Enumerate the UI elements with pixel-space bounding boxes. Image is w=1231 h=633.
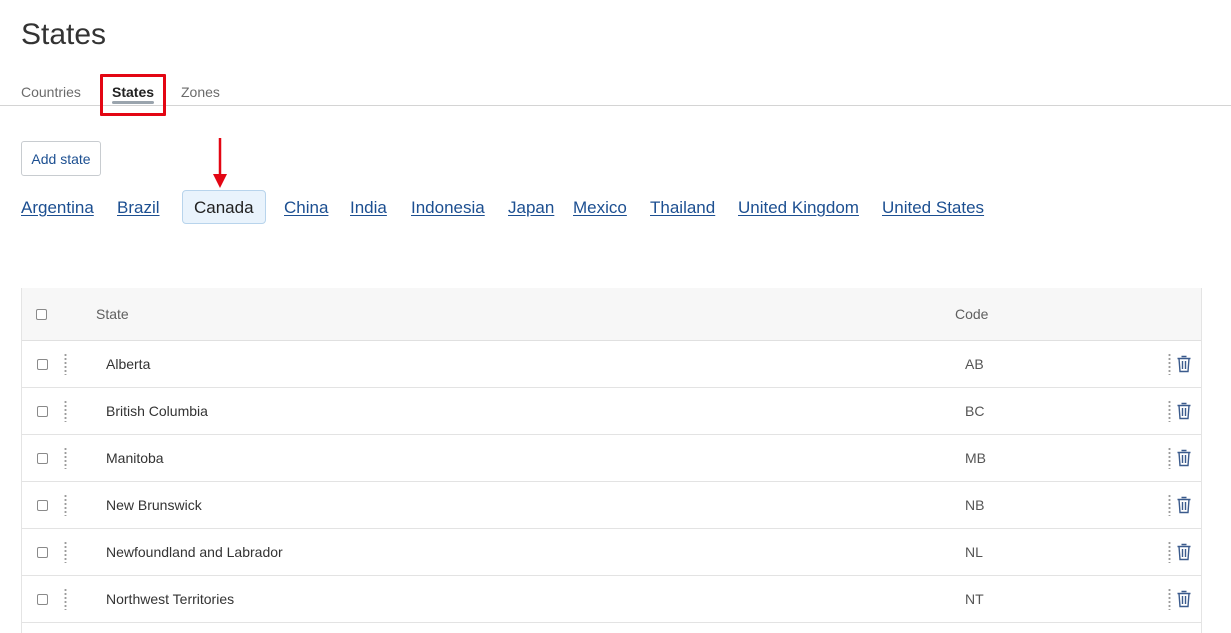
more-options-icon[interactable] xyxy=(1168,541,1171,563)
table-row: Manitoba MB xyxy=(22,435,1201,482)
drag-handle-icon[interactable] xyxy=(64,447,67,469)
more-options-icon[interactable] xyxy=(1168,588,1171,610)
trash-icon[interactable] xyxy=(1176,355,1192,373)
row-checkbox[interactable] xyxy=(37,359,48,370)
country-link-indonesia[interactable]: Indonesia xyxy=(411,198,485,218)
drag-handle-icon[interactable] xyxy=(64,541,67,563)
more-options-icon[interactable] xyxy=(1168,353,1171,375)
country-link-argentina[interactable]: Argentina xyxy=(21,198,94,218)
country-link-mexico[interactable]: Mexico xyxy=(573,198,627,218)
country-link-thailand[interactable]: Thailand xyxy=(650,198,715,218)
state-name: New Brunswick xyxy=(106,497,202,513)
state-code: AB xyxy=(965,356,984,372)
state-code: NL xyxy=(965,544,983,560)
drag-handle-icon[interactable] xyxy=(64,400,67,422)
select-all-checkbox[interactable] xyxy=(36,309,47,320)
trash-icon[interactable] xyxy=(1176,543,1192,561)
country-link-united-kingdom[interactable]: United Kingdom xyxy=(738,198,859,218)
more-options-icon[interactable] xyxy=(1168,447,1171,469)
country-link-india[interactable]: India xyxy=(350,198,387,218)
row-checkbox[interactable] xyxy=(37,547,48,558)
page-title: States xyxy=(21,18,107,51)
country-link-brazil[interactable]: Brazil xyxy=(117,198,160,218)
country-link-united-states[interactable]: United States xyxy=(882,198,984,218)
trash-icon[interactable] xyxy=(1176,402,1192,420)
state-code: BC xyxy=(965,403,985,419)
tab-countries[interactable]: Countries xyxy=(21,84,81,100)
down-arrow-icon xyxy=(213,138,227,188)
state-name: Northwest Territories xyxy=(106,591,235,607)
country-link-china[interactable]: China xyxy=(284,198,328,218)
trash-icon[interactable] xyxy=(1176,496,1192,514)
country-link-japan[interactable]: Japan xyxy=(508,198,554,218)
states-table: State Code Alberta AB British Columbia B… xyxy=(21,288,1202,633)
table-row: Northwest Territories NT xyxy=(22,576,1201,623)
row-checkbox[interactable] xyxy=(37,500,48,511)
row-checkbox[interactable] xyxy=(37,406,48,417)
table-row: British Columbia BC xyxy=(22,388,1201,435)
annotation-highlight-box xyxy=(100,74,166,116)
country-filter-list: Argentina Brazil Canada China India Indo… xyxy=(0,190,1231,224)
tab-zones[interactable]: Zones xyxy=(181,84,220,100)
column-header-code: Code xyxy=(955,306,989,322)
drag-handle-icon[interactable] xyxy=(64,494,67,516)
trash-icon[interactable] xyxy=(1176,590,1192,608)
drag-handle-icon[interactable] xyxy=(64,588,67,610)
drag-handle-icon[interactable] xyxy=(64,353,67,375)
table-row: Newfoundland and Labrador NL xyxy=(22,529,1201,576)
state-code: NB xyxy=(965,497,985,513)
country-chip-canada-selected[interactable]: Canada xyxy=(182,190,266,224)
more-options-icon[interactable] xyxy=(1168,400,1171,422)
state-name: Newfoundland and Labrador xyxy=(106,544,283,560)
column-header-state: State xyxy=(96,306,129,322)
table-header: State Code xyxy=(22,288,1201,341)
state-code: NT xyxy=(965,591,984,607)
state-name: Manitoba xyxy=(106,450,164,466)
state-code: MB xyxy=(965,450,986,466)
more-options-icon[interactable] xyxy=(1168,494,1171,516)
state-name: British Columbia xyxy=(106,403,208,419)
trash-icon[interactable] xyxy=(1176,449,1192,467)
state-name: Alberta xyxy=(106,356,151,372)
table-row: Alberta AB xyxy=(22,341,1201,388)
tab-bar: Countries States Zones xyxy=(0,74,1231,106)
add-state-button[interactable]: Add state xyxy=(21,141,101,176)
row-checkbox[interactable] xyxy=(37,594,48,605)
table-row: New Brunswick NB xyxy=(22,482,1201,529)
row-checkbox[interactable] xyxy=(37,453,48,464)
